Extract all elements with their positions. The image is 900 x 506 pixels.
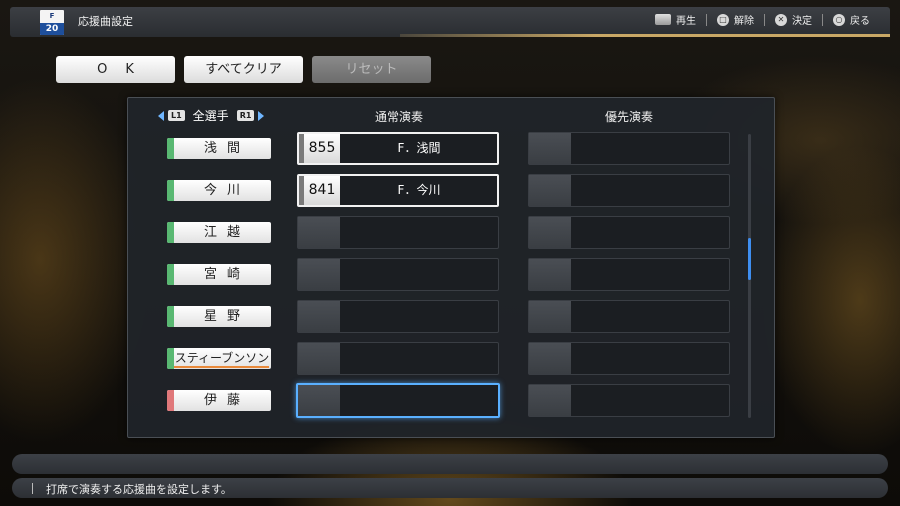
cross-button-icon: ✕: [775, 13, 787, 26]
l1-button-icon: L1: [168, 110, 185, 121]
player-name: 星野: [203, 309, 250, 324]
song-number: 841: [299, 176, 340, 205]
arrow-left-icon[interactable]: [158, 110, 164, 121]
song-title: F．浅間: [397, 141, 441, 155]
cheer-song-panel: L1 全選手 R1 通常演奏 優先演奏 浅間 855 F．浅間 今川 841 F…: [127, 97, 775, 438]
player-name: 浅間: [203, 141, 250, 156]
help-marker: [32, 483, 33, 494]
play-label: 再生: [676, 16, 696, 27]
release-label: 解除: [734, 16, 754, 27]
priority-play-header: 優先演奏: [604, 110, 653, 124]
help-text: 打席で演奏する応援曲を設定します。: [46, 483, 232, 496]
player-position-stripe: [167, 222, 174, 243]
slot-number-area: [298, 217, 340, 248]
bottom-info-bar: [12, 454, 888, 474]
priority-song-slot[interactable]: [528, 300, 730, 333]
normal-song-slot[interactable]: [297, 216, 499, 249]
priority-song-slot[interactable]: [528, 384, 730, 417]
divider: [822, 13, 823, 26]
priority-song-slot[interactable]: [528, 258, 730, 291]
square-button-icon: □: [717, 13, 729, 26]
player-name: 伊藤: [203, 393, 250, 408]
divider: [706, 13, 707, 26]
team-logo: F 20: [40, 10, 64, 35]
normal-song-slot[interactable]: [297, 300, 499, 333]
player-filter-label: 全選手: [192, 109, 229, 123]
arrow-right-icon[interactable]: [258, 110, 265, 121]
priority-song-slot[interactable]: [528, 342, 730, 375]
release-control[interactable]: □ 解除: [717, 12, 754, 27]
scrollbar-thumb[interactable]: [748, 238, 751, 280]
normal-song-slot-selected[interactable]: [296, 383, 500, 418]
player-position-stripe: [167, 348, 174, 369]
priority-song-slot[interactable]: [528, 174, 730, 207]
normal-song-slot[interactable]: [297, 258, 499, 291]
priority-song-slot[interactable]: [528, 132, 730, 165]
song-title: F．今川: [397, 183, 441, 197]
header-accent-line: [400, 34, 890, 37]
ok-button[interactable]: OK: [56, 56, 175, 83]
touchpad-icon: [655, 14, 671, 25]
normal-song-slot[interactable]: [297, 342, 499, 375]
slot-number-area: [298, 301, 340, 332]
player-underline: [174, 366, 269, 368]
slot-number-area: [529, 259, 571, 290]
circle-button-icon: ○: [833, 13, 845, 26]
player-name: 今川: [203, 183, 250, 198]
help-bar: 打席で演奏する応援曲を設定します。: [12, 478, 888, 498]
player-position-stripe: [167, 264, 174, 285]
player-row-name[interactable]: 浅間: [167, 138, 271, 159]
slot-number-area: [529, 385, 571, 416]
song-number: 855: [299, 134, 340, 163]
player-filter[interactable]: L1 全選手 R1: [158, 107, 265, 124]
player-name: 宮崎: [203, 267, 250, 282]
player-row-name[interactable]: スティーブンソン: [167, 348, 271, 369]
slot-number-area: [298, 385, 340, 416]
slot-number-area: [529, 343, 571, 374]
player-row-name[interactable]: 宮崎: [167, 264, 271, 285]
confirm-control[interactable]: ✕ 決定: [775, 12, 812, 27]
player-name: 江越: [203, 225, 250, 240]
team-logo-mark: F: [49, 12, 55, 20]
slot-number-area: [529, 301, 571, 332]
slot-number-area: [529, 217, 571, 248]
button-guide: 再生 □ 解除 ✕ 決定 ○ 戻る: [655, 12, 870, 27]
play-control[interactable]: 再生: [655, 12, 696, 27]
player-position-stripe: [167, 138, 174, 159]
priority-song-slot[interactable]: [528, 216, 730, 249]
slot-number-area: [529, 175, 571, 206]
confirm-label: 決定: [792, 16, 812, 27]
r1-button-icon: R1: [236, 110, 255, 121]
divider: [764, 13, 765, 26]
reset-button[interactable]: リセット: [312, 56, 431, 83]
clear-all-button[interactable]: すべてクリア: [184, 56, 303, 83]
player-position-stripe: [167, 390, 174, 411]
player-row-name[interactable]: 江越: [167, 222, 271, 243]
normal-song-slot[interactable]: 855 F．浅間: [297, 132, 499, 165]
player-row-name[interactable]: 伊藤: [167, 390, 271, 411]
player-row-name[interactable]: 星野: [167, 306, 271, 327]
slot-number-area: [298, 343, 340, 374]
slot-number-area: [298, 259, 340, 290]
player-row-name[interactable]: 今川: [167, 180, 271, 201]
back-label: 戻る: [850, 16, 870, 27]
back-control[interactable]: ○ 戻る: [833, 12, 870, 27]
slot-number-area: [529, 133, 571, 164]
page-title: 応援曲設定: [78, 15, 133, 28]
team-logo-number: 20: [40, 23, 64, 35]
normal-song-slot[interactable]: 841 F．今川: [297, 174, 499, 207]
player-position-stripe: [167, 180, 174, 201]
player-position-stripe: [167, 306, 174, 327]
normal-play-header: 通常演奏: [374, 110, 423, 124]
